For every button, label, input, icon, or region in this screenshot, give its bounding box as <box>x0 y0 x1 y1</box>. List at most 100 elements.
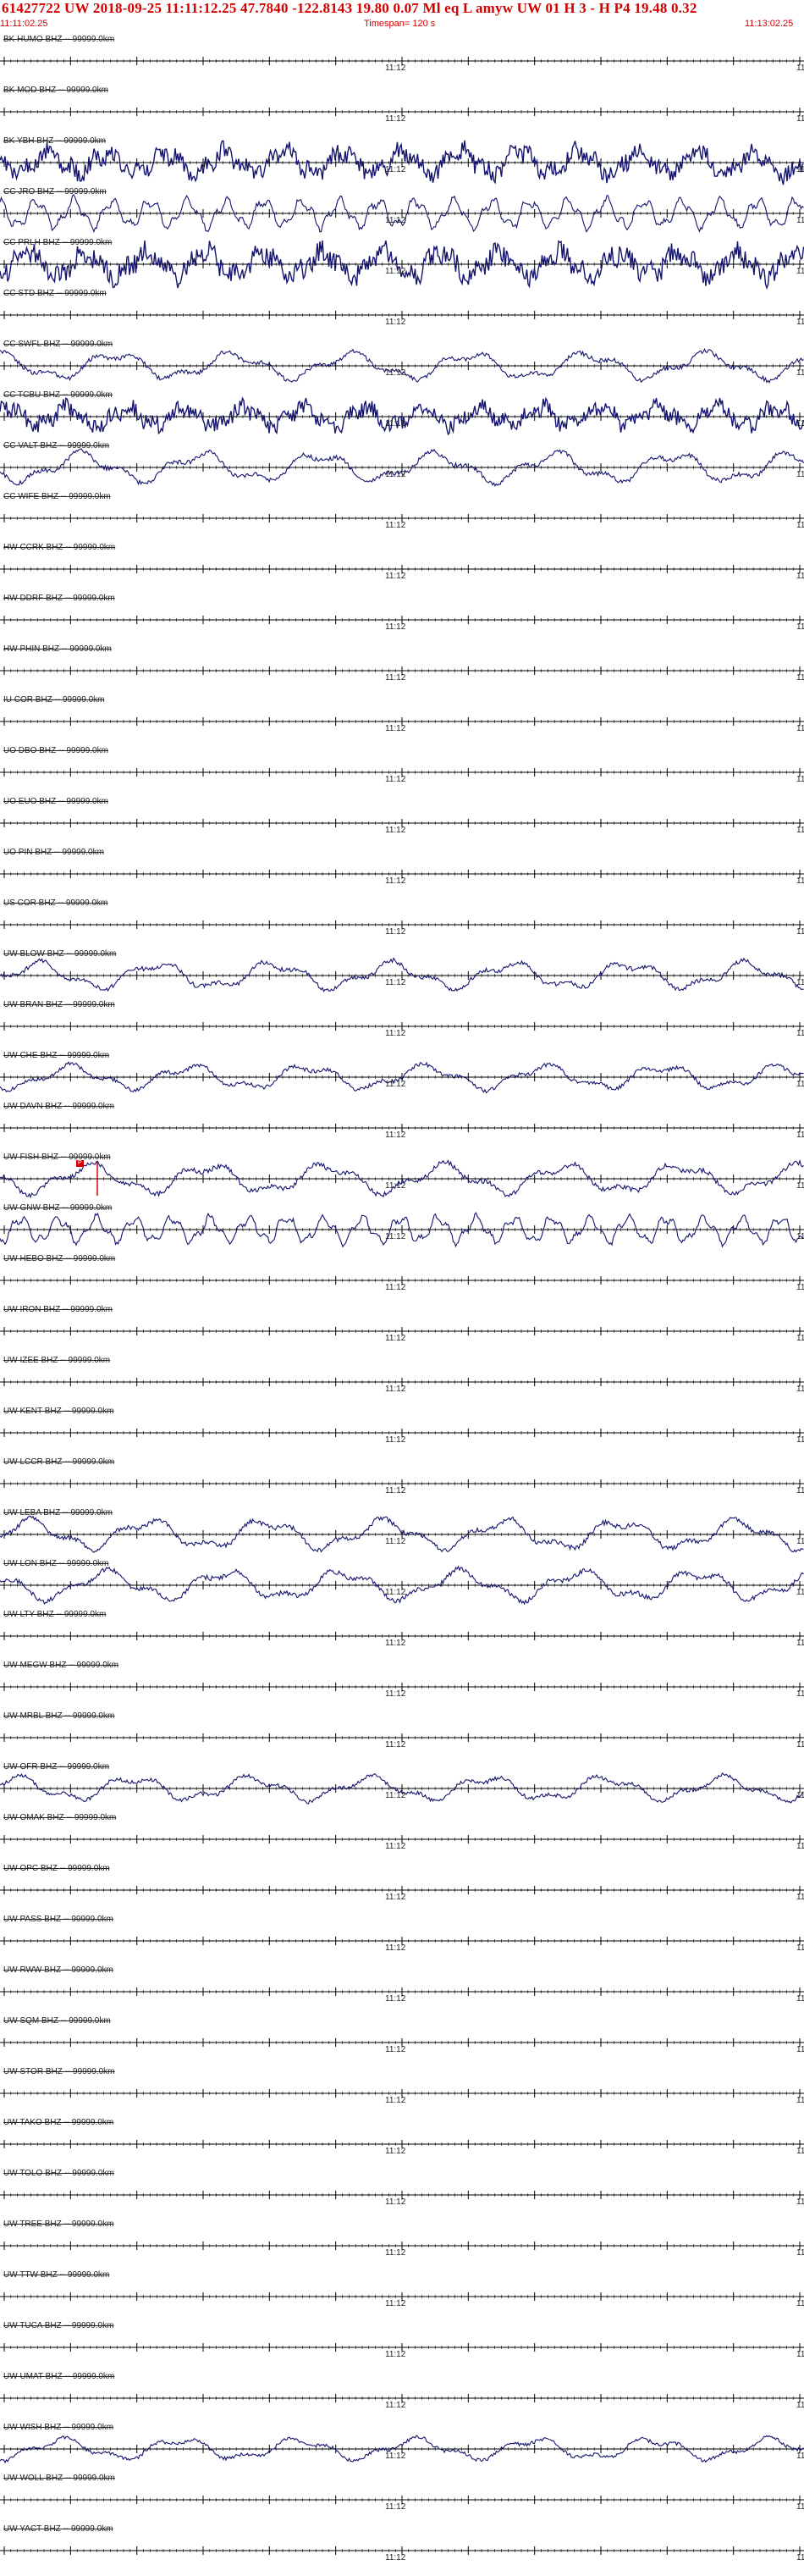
event-summary: 61427722 UW 2018-09-25 11:11:12.25 47.78… <box>2 0 697 17</box>
station-label: BK MOD BHZ -- 99999.0km <box>3 86 108 95</box>
station-label: HW DDRF BHZ -- 99999.0km <box>3 594 115 603</box>
station-record: UW LTY BHZ -- 99999.0km11:1211 <box>0 1611 804 1661</box>
station-label: UW LTY BHZ -- 99999.0km <box>3 1610 106 1619</box>
time-mark-label: 11:12 <box>385 1385 405 1394</box>
time-mark-edge-label: 11 <box>796 1080 804 1089</box>
time-mark-label: 11:12 <box>385 1842 405 1851</box>
trace-plot <box>0 1357 804 1407</box>
time-mark-label: 11:12 <box>385 368 405 378</box>
station-record: CC TCBU BHZ -- 99999.0km11:1211 <box>0 391 804 442</box>
time-mark-edge-label: 11 <box>796 1334 804 1343</box>
station-record: CC VALT BHZ -- 99999.0km11:1211 <box>0 442 804 493</box>
trace-plot <box>0 239 804 290</box>
end-time: 11:13:02.25 <box>745 19 793 29</box>
trace-plot <box>0 290 804 340</box>
time-mark-label: 11:12 <box>385 1486 405 1495</box>
start-time: 11:11:02.25 <box>0 19 47 29</box>
time-mark-edge-label: 11 <box>796 1943 804 1953</box>
trace-plot <box>0 1966 804 2017</box>
station-label: UO PIN BHZ -- 99999.0km <box>3 848 104 857</box>
time-mark-label: 11:12 <box>385 1740 405 1750</box>
trace-plot <box>0 950 804 1001</box>
time-mark-label: 11:12 <box>385 1334 405 1343</box>
station-record: UW PASS BHZ -- 99999.0km11:1211 <box>0 1915 804 1966</box>
time-mark-label: 11:12 <box>385 673 405 683</box>
trace-plot <box>0 696 804 747</box>
time-mark-label: 11:12 <box>385 1994 405 2004</box>
time-mark-edge-label: 11 <box>796 673 804 683</box>
station-label: UW LCCR BHZ -- 99999.0km <box>3 1457 114 1467</box>
station-label: UW MRBL BHZ -- 99999.0km <box>3 1711 114 1721</box>
station-record: CC WIFE BHZ -- 99999.0km11:1211 <box>0 493 804 544</box>
station-record: UW CHE BHZ -- 99999.0km11:1211 <box>0 1052 804 1103</box>
station-label: UO EUO BHZ -- 99999.0km <box>3 797 108 806</box>
time-mark-edge-label: 11 <box>796 64 804 73</box>
station-record: US COR BHZ -- 99999.0km11:1211 <box>0 899 804 950</box>
station-label: CC PRLH BHZ -- 99999.0km <box>3 238 112 247</box>
time-mark-edge-label: 11 <box>796 622 804 632</box>
station-record: UW BRAN BHZ -- 99999.0km11:1211 <box>0 1001 804 1052</box>
station-record: UW OPC BHZ -- 99999.0km11:1211 <box>0 1865 804 1915</box>
station-label: UW RWW BHZ -- 99999.0km <box>3 1965 113 1975</box>
time-mark-edge-label: 11 <box>796 826 804 835</box>
time-mark-label: 11:12 <box>385 267 405 276</box>
station-record: HW PHIN BHZ -- 99999.0km11:1211 <box>0 645 804 696</box>
station-record: BK MOD BHZ -- 99999.0km11:1211 <box>0 86 804 137</box>
station-label: IU COR BHZ -- 99999.0km <box>3 695 104 705</box>
trace-plot <box>0 86 804 137</box>
phase-pick-marker[interactable]: P <box>76 1160 84 1167</box>
trace-plot <box>0 36 804 86</box>
time-mark-edge-label: 11 <box>796 1029 804 1038</box>
trace-plot <box>0 798 804 849</box>
station-record: HW CCRK BHZ -- 99999.0km11:1211 <box>0 544 804 594</box>
time-mark-edge-label: 11 <box>796 1486 804 1495</box>
time-mark-label: 11:12 <box>385 64 405 73</box>
seismogram-header: 61427722 UW 2018-09-25 11:11:12.25 47.78… <box>0 0 804 36</box>
trace-plot <box>0 899 804 950</box>
time-mark-label: 11:12 <box>385 1689 405 1699</box>
time-mark-label: 11:12 <box>385 165 405 174</box>
trace-plot <box>0 1712 804 1763</box>
station-label: UW LEBA BHZ -- 99999.0km <box>3 1508 113 1517</box>
trace-plot <box>0 391 804 442</box>
time-mark-edge-label: 11 <box>796 1283 804 1292</box>
station-label: UW BRAN BHZ -- 99999.0km <box>3 1000 115 1009</box>
time-mark-edge-label: 11 <box>796 1689 804 1699</box>
station-label: UO DBO BHZ -- 99999.0km <box>3 746 108 755</box>
station-record: UW IZEE BHZ -- 99999.0km11:1211 <box>0 1357 804 1407</box>
station-record: UO DBO BHZ -- 99999.0km11:1211 <box>0 747 804 798</box>
time-mark-label: 11:12 <box>385 1435 405 1445</box>
time-mark-label: 11:12 <box>385 572 405 581</box>
time-mark-edge-label: 11 <box>796 521 804 530</box>
time-mark-edge-label: 11 <box>796 1435 804 1445</box>
time-mark-edge-label: 11 <box>796 1740 804 1750</box>
time-mark-edge-label: 11 <box>796 1791 804 1800</box>
time-mark-edge-label: 11 <box>796 318 804 327</box>
trace-plot <box>0 340 804 391</box>
station-label: UW CHE BHZ -- 99999.0km <box>3 1051 109 1060</box>
station-record: HW DDRF BHZ -- 99999.0km11:1211 <box>0 594 804 645</box>
station-record: UW LCCR BHZ -- 99999.0km 11:12 11 <box>0 1458 804 1509</box>
station-record: UO EUO BHZ -- 99999.0km11:1211 <box>0 798 804 849</box>
trace-plot <box>0 1814 804 1865</box>
station-label: CC JRO BHZ -- 99999.0km <box>3 187 107 196</box>
time-mark-label: 11:12 <box>385 216 405 225</box>
trace-plot <box>0 645 804 696</box>
trace-plot <box>0 1204 804 1255</box>
time-mark-edge-label: 11 <box>796 1385 804 1394</box>
station-record: UW RWW BHZ -- 99999.0km11:1211 <box>0 1966 804 2017</box>
time-mark-edge-label: 11 <box>796 1588 804 1597</box>
station-record: UW SQM BHZ -- 99999.0km11:1211 <box>0 2017 804 2068</box>
station-label: UW LON BHZ -- 99999.0km <box>3 1559 108 1568</box>
trace-plot <box>0 2017 804 2068</box>
time-mark-edge-label: 11 <box>796 1842 804 1851</box>
time-mark-edge-label: 11 <box>796 1232 804 1241</box>
time-mark-edge-label: 11 <box>796 1181 804 1191</box>
station-label: UW GNW BHZ -- 99999.0km <box>3 1203 112 1213</box>
time-mark-edge-label: 11 <box>796 1639 804 1648</box>
time-mark-label: 11:12 <box>385 1232 405 1241</box>
trace-plot <box>0 1001 804 1052</box>
trace-plot <box>0 1306 804 1357</box>
time-mark-edge-label: 11 <box>796 267 804 276</box>
station-record: UW MRBL BHZ -- 99999.0km 11:12 11 <box>0 1712 804 1763</box>
